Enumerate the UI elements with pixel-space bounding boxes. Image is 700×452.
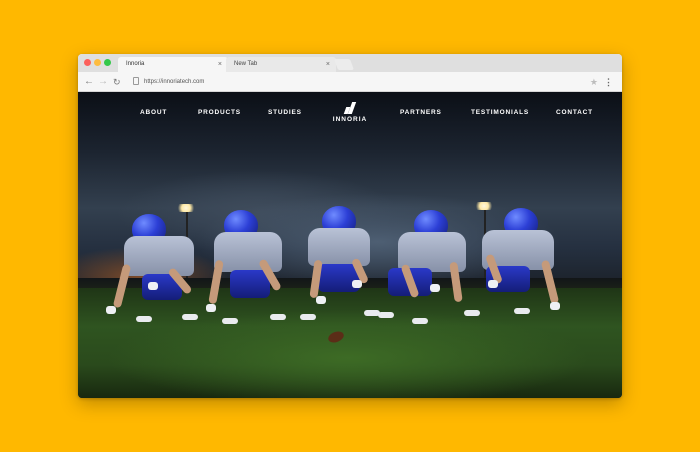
nav-link-studies[interactable]: STUDIES (268, 109, 302, 116)
site-navigation: ABOUT PRODUCTS STUDIES INNORIA PARTNERS … (78, 92, 622, 132)
tab-innoria[interactable]: Innoria × (118, 57, 228, 72)
browser-menu-icon[interactable]: ⋮ (604, 75, 613, 89)
football-player (106, 212, 216, 342)
minimize-window-button[interactable] (94, 59, 101, 66)
forward-arrow-icon[interactable]: → (98, 75, 108, 89)
close-window-button[interactable] (84, 59, 91, 66)
tab-bar: Innoria × New Tab × (78, 54, 622, 72)
browser-window: Innoria × New Tab × ← → ↻ https://innori… (78, 54, 622, 398)
hero-section: ABOUT PRODUCTS STUDIES INNORIA PARTNERS … (78, 92, 622, 398)
tab-close-icon[interactable]: × (326, 57, 330, 72)
stadium-light (176, 204, 196, 212)
back-arrow-icon[interactable]: ← (84, 75, 94, 89)
tab-close-icon[interactable]: × (218, 57, 222, 72)
bookmark-star-icon[interactable]: ★ (590, 75, 598, 89)
maximize-window-button[interactable] (104, 59, 111, 66)
tab-label: New Tab (234, 61, 258, 67)
football-player (378, 208, 478, 338)
address-bar[interactable]: https://innoriatech.com (144, 75, 204, 89)
tab-label: Innoria (126, 61, 145, 67)
new-tab-button[interactable] (333, 59, 355, 70)
nav-link-about[interactable]: ABOUT (140, 109, 167, 116)
nav-link-partners[interactable]: PARTNERS (400, 109, 442, 116)
tab-new-tab[interactable]: New Tab × (226, 57, 336, 72)
logo-mark-icon (343, 102, 357, 114)
nav-link-products[interactable]: PRODUCTS (198, 109, 241, 116)
nav-link-testimonials[interactable]: TESTIMONIALS (471, 109, 529, 116)
football-player (298, 204, 388, 334)
logo-text: INNORIA (332, 116, 368, 123)
football-player (204, 208, 304, 338)
site-logo[interactable]: INNORIA (332, 102, 368, 123)
football-player (464, 206, 568, 336)
browser-toolbar: ← → ↻ https://innoriatech.com ★ ⋮ (78, 72, 622, 92)
nav-link-contact[interactable]: CONTACT (556, 109, 593, 116)
page-icon (133, 77, 139, 85)
reload-icon[interactable]: ↻ (113, 75, 121, 89)
